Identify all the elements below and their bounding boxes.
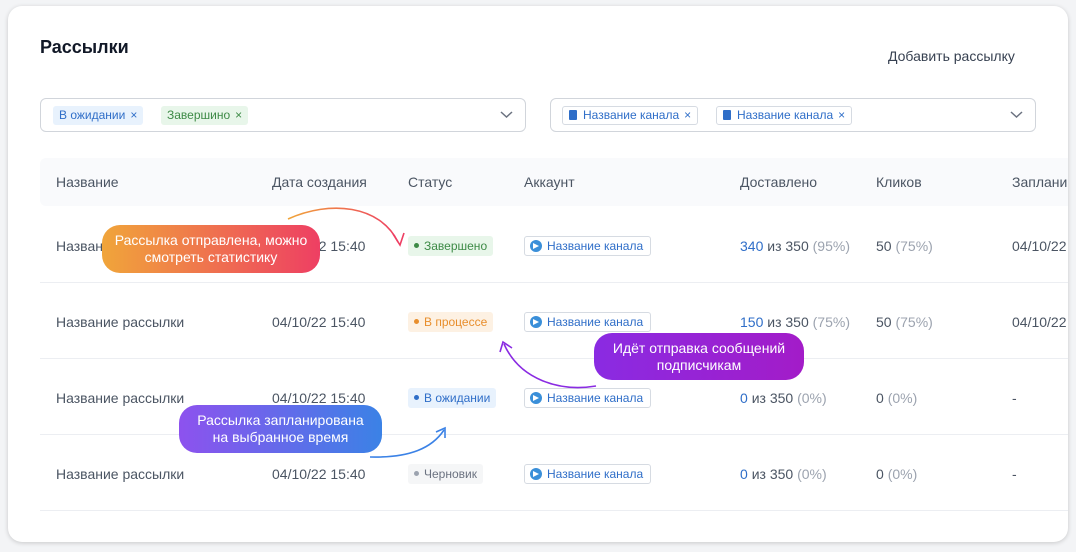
clicks-value: 0 (0%) xyxy=(876,390,917,406)
page-title: Рассылки xyxy=(40,37,129,57)
created-date: 04/10/22 15:40 xyxy=(272,314,366,330)
channel-chip: Название канала × xyxy=(716,106,853,125)
channel-tag[interactable]: Название канала xyxy=(524,236,652,256)
delivered-value: 0 из 350 (0%) xyxy=(740,390,827,406)
delivered-percent: (0%) xyxy=(797,466,827,482)
header-clicks[interactable]: Кликов xyxy=(876,174,922,190)
clicks-value: 0 (0%) xyxy=(876,466,917,482)
scheduled-date: - xyxy=(1012,390,1017,406)
broadcasts-card: Рассылки Добавить рассылку В ожидании × З… xyxy=(8,6,1068,542)
chip-label: В ожидании xyxy=(59,108,126,122)
table-header: Название Дата создания Статус Аккаунт До… xyxy=(40,158,1068,206)
channel-chip: Название канала × xyxy=(562,106,699,125)
add-broadcast-button[interactable]: Добавить рассылку xyxy=(888,48,1015,64)
chip-remove-icon[interactable]: × xyxy=(684,108,691,122)
delivered-count: 0 xyxy=(740,390,748,406)
clicks-value: 50 (75%) xyxy=(876,314,933,330)
status-label: Завершено xyxy=(424,239,488,253)
telegram-icon xyxy=(530,316,542,328)
header-scheduled[interactable]: Запланировано xyxy=(1012,174,1068,190)
chip-label: Название канала xyxy=(583,108,680,122)
channel-label: Название канала xyxy=(547,239,644,253)
clicks-percent: (75%) xyxy=(895,238,933,254)
broadcast-name[interactable]: Название рассылки xyxy=(56,390,184,406)
clicks-count: 50 xyxy=(876,238,892,254)
clicks-count: 50 xyxy=(876,314,892,330)
delivered-value: 150 из 350 (75%) xyxy=(740,314,850,330)
chevron-down-icon[interactable] xyxy=(500,108,513,121)
telegram-icon xyxy=(530,392,542,404)
chip-remove-icon[interactable]: × xyxy=(235,108,242,122)
scheduled-date: - xyxy=(1012,466,1017,482)
delivered-percent: (75%) xyxy=(812,314,850,330)
status-dot xyxy=(414,243,419,248)
delivered-percent: (95%) xyxy=(812,238,850,254)
chip-label: Название канала xyxy=(737,108,834,122)
document-icon xyxy=(723,110,731,120)
status-label: Черновик xyxy=(424,467,477,481)
chip-label: Завершино xyxy=(167,108,231,122)
delivered-percent: (0%) xyxy=(797,390,827,406)
delivered-count: 150 xyxy=(740,314,764,330)
created-date: 04/10/22 15:40 xyxy=(272,390,366,406)
channel-label: Название канала xyxy=(547,391,644,405)
table-row[interactable]: Название рассылки 04/10/22 15:40 В проце… xyxy=(40,282,1068,359)
delivered-count: 340 xyxy=(740,238,764,254)
channel-tag[interactable]: Название канала xyxy=(524,464,652,484)
clicks-percent: (0%) xyxy=(887,466,918,482)
chevron-down-icon[interactable] xyxy=(1010,108,1023,121)
callout-sending: Идёт отправка сообщений подписчикам xyxy=(594,333,804,380)
clicks-count: 0 xyxy=(876,466,884,482)
status-chip-waiting: В ожидании × xyxy=(53,106,144,125)
status-dot xyxy=(414,471,419,476)
broadcast-name[interactable]: Название рассылки xyxy=(56,314,184,330)
chip-remove-icon[interactable]: × xyxy=(838,108,845,122)
status-badge: В процессе xyxy=(408,312,494,332)
clicks-count: 0 xyxy=(876,390,884,406)
scheduled-date: 04/10/22 15:40 xyxy=(1012,238,1068,254)
header-name[interactable]: Название xyxy=(56,174,119,190)
status-label: В ожидании xyxy=(424,391,491,405)
delivered-total: из 350 xyxy=(767,238,809,254)
delivered-total: из 350 xyxy=(767,314,809,330)
header-date[interactable]: Дата создания xyxy=(272,174,367,190)
chip-remove-icon[interactable]: × xyxy=(130,108,137,122)
status-dot xyxy=(414,319,419,324)
delivered-value: 340 из 350 (95%) xyxy=(740,238,850,254)
telegram-icon xyxy=(530,240,542,252)
header-account[interactable]: Аккаунт xyxy=(524,174,575,190)
channel-tag[interactable]: Название канала xyxy=(524,388,652,408)
delivered-value: 0 из 350 (0%) xyxy=(740,466,827,482)
document-icon xyxy=(569,110,577,120)
status-dot xyxy=(414,395,419,400)
delivered-count: 0 xyxy=(740,466,748,482)
created-date: 04/10/22 15:40 xyxy=(272,466,366,482)
header-status[interactable]: Статус xyxy=(408,174,452,190)
status-label: В процессе xyxy=(424,315,488,329)
callout-sent: Рассылка отправлена, можно смотреть стат… xyxy=(102,225,320,273)
delivered-total: из 350 xyxy=(751,390,794,406)
channel-filter-select[interactable]: Название канала × Название канала × xyxy=(550,98,1036,132)
clicks-percent: (75%) xyxy=(895,314,933,330)
status-badge: Завершено xyxy=(408,236,494,256)
status-chip-finished: Завершино × xyxy=(161,106,249,125)
delivered-total: из 350 xyxy=(751,466,794,482)
header-delivered[interactable]: Доставлено xyxy=(740,174,817,190)
status-badge: В ожидании xyxy=(408,388,497,408)
clicks-value: 50 (75%) xyxy=(876,238,933,254)
channel-label: Название канала xyxy=(547,467,644,481)
broadcast-name[interactable]: Название рассылки xyxy=(56,466,184,482)
callout-scheduled: Рассылка запланирована на выбранное врем… xyxy=(179,405,382,453)
channel-tag[interactable]: Название канала xyxy=(524,312,652,332)
channel-label: Название канала xyxy=(547,315,644,329)
clicks-percent: (0%) xyxy=(887,390,918,406)
telegram-icon xyxy=(530,468,542,480)
status-badge: Черновик xyxy=(408,464,483,484)
status-filter-select[interactable]: В ожидании × Завершино × xyxy=(40,98,526,132)
scheduled-date: 04/10/22 15:40 xyxy=(1012,314,1068,330)
